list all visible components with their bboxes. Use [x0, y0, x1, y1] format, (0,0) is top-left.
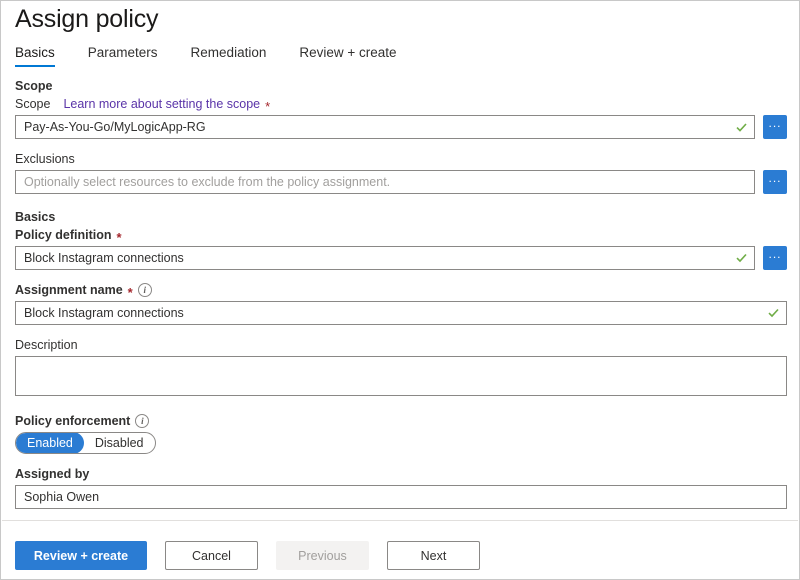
required-asterisk: *	[128, 286, 133, 299]
tab-remediation[interactable]: Remediation	[191, 45, 267, 67]
required-asterisk: *	[265, 100, 270, 113]
exclusions-browse-label: ...	[768, 173, 781, 183]
tab-bar: Basics Parameters Remediation Review + c…	[15, 45, 430, 67]
scope-input[interactable]: Pay-As-You-Go/MyLogicApp-RG	[15, 115, 755, 139]
assigned-by-input-row: Sophia Owen	[15, 485, 799, 509]
exclusions-field-label: Exclusions	[15, 151, 799, 167]
description-label-text: Description	[15, 337, 78, 353]
scope-browse-button[interactable]: ...	[763, 115, 787, 139]
policy-enforcement-label: Policy enforcement i	[15, 413, 799, 429]
assignment-name-input-row: Block Instagram connections	[15, 301, 799, 325]
description-textarea[interactable]	[15, 356, 787, 396]
footer-divider	[2, 520, 798, 521]
scope-browse-label: ...	[768, 118, 781, 128]
required-asterisk: *	[117, 231, 122, 244]
next-button[interactable]: Next	[387, 541, 480, 570]
policy-enforcement-option-disabled[interactable]: Disabled	[84, 432, 155, 454]
policy-enforcement-option-enabled[interactable]: Enabled	[16, 432, 84, 454]
scope-field-label: Scope Learn more about setting the scope…	[15, 96, 799, 112]
assignment-name-value: Block Instagram connections	[24, 306, 184, 320]
scope-section-heading: Scope	[15, 79, 799, 93]
page-title: Assign policy	[15, 5, 158, 34]
assigned-by-input[interactable]: Sophia Owen	[15, 485, 787, 509]
assign-policy-blade: Assign policy Basics Parameters Remediat…	[0, 0, 800, 580]
tab-parameters[interactable]: Parameters	[88, 45, 158, 67]
policy-definition-browse-button[interactable]: ...	[763, 246, 787, 270]
policy-definition-valid-check-icon	[736, 254, 747, 263]
policy-definition-browse-label: ...	[768, 249, 781, 259]
assigned-by-label: Assigned by	[15, 466, 799, 482]
policy-enforcement-toggle[interactable]: Enabled Disabled	[15, 432, 156, 454]
tab-review-create[interactable]: Review + create	[299, 45, 396, 67]
basics-form: Scope Scope Learn more about setting the…	[1, 79, 799, 509]
assignment-name-input[interactable]: Block Instagram connections	[15, 301, 787, 325]
assignment-name-label: Assignment name * i	[15, 282, 799, 298]
policy-enforcement-label-text: Policy enforcement	[15, 413, 130, 429]
previous-button: Previous	[276, 541, 369, 570]
review-create-button[interactable]: Review + create	[15, 541, 147, 570]
assignment-name-label-text: Assignment name	[15, 282, 123, 298]
assignment-name-valid-check-icon	[768, 309, 779, 318]
policy-definition-label: Policy definition *	[15, 227, 799, 243]
policy-definition-input-row: Block Instagram connections ...	[15, 246, 799, 270]
info-icon[interactable]: i	[135, 414, 149, 428]
policy-definition-input[interactable]: Block Instagram connections	[15, 246, 755, 270]
policy-definition-value: Block Instagram connections	[24, 251, 184, 265]
assigned-by-label-text: Assigned by	[15, 466, 89, 482]
tab-basics[interactable]: Basics	[15, 45, 55, 67]
exclusions-browse-button[interactable]: ...	[763, 170, 787, 194]
scope-valid-check-icon	[736, 123, 747, 132]
basics-section-heading: Basics	[15, 210, 799, 224]
learn-more-scope-link[interactable]: Learn more about setting the scope	[63, 96, 260, 112]
scope-input-row: Pay-As-You-Go/MyLogicApp-RG ...	[15, 115, 799, 139]
info-icon[interactable]: i	[138, 283, 152, 297]
exclusions-input-row: Optionally select resources to exclude f…	[15, 170, 799, 194]
exclusions-input[interactable]: Optionally select resources to exclude f…	[15, 170, 755, 194]
description-label: Description	[15, 337, 799, 353]
scope-label-text: Scope	[15, 96, 50, 112]
cancel-button[interactable]: Cancel	[165, 541, 258, 570]
exclusions-label-text: Exclusions	[15, 151, 75, 167]
policy-definition-label-text: Policy definition	[15, 227, 112, 243]
footer-actions: Review + create Cancel Previous Next	[15, 541, 498, 570]
